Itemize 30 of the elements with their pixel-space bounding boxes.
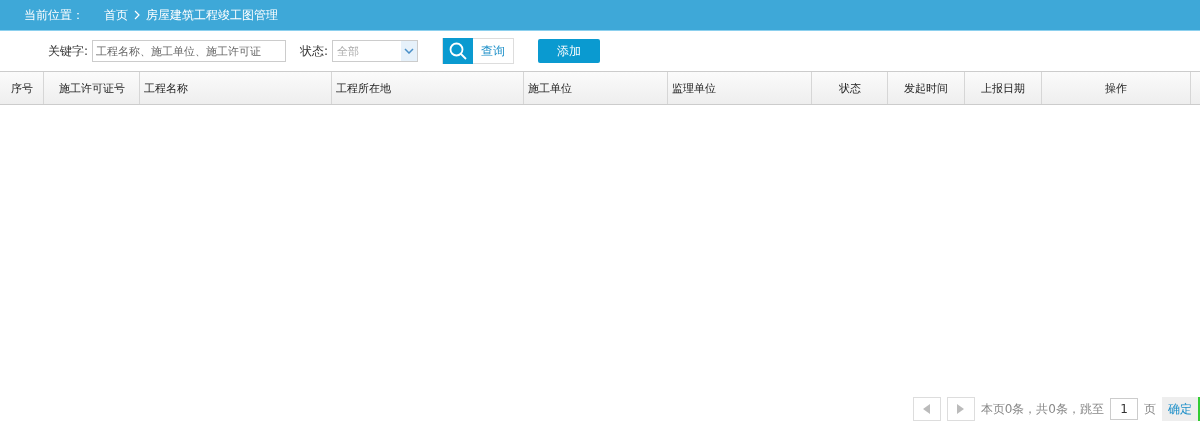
page-summary: 本页0条，共0条，跳至: [980, 400, 1104, 418]
triangle-left-icon: [923, 404, 931, 414]
column-header: 施工单位: [528, 80, 572, 96]
triangle-right-icon: [957, 404, 965, 414]
next-page-button[interactable]: [946, 397, 975, 421]
search-button[interactable]: 查询: [442, 38, 515, 64]
column-header: 序号: [10, 80, 33, 96]
column-header: 施工许可证号: [58, 80, 125, 96]
column-header: 工程名称: [144, 80, 188, 96]
column-header: 状态: [838, 80, 861, 96]
status-label: 状态:: [300, 42, 329, 60]
column-header: 监理单位: [672, 80, 716, 96]
column-header: 工程所在地: [336, 80, 391, 96]
add-button[interactable]: 添加: [538, 39, 601, 63]
breadcrumb-link[interactable]: 房屋建筑工程竣工图管理: [146, 6, 278, 24]
search-icon: [449, 42, 468, 60]
status-dropdown[interactable]: 全部: [332, 40, 419, 62]
chevron-icon: [404, 48, 415, 54]
column-header: 发起时间: [904, 80, 948, 96]
previous-page-button[interactable]: [912, 397, 941, 421]
page-unit: 页: [1144, 400, 1156, 418]
column-header: 操作: [1105, 80, 1127, 96]
column-header: 上报日期: [981, 80, 1025, 96]
keyword-field[interactable]: 工程名称、施工单位、施工许可证: [92, 40, 287, 62]
breadcrumb-label: 当前位置：: [24, 6, 84, 24]
breadcrumb-link[interactable]: 首页: [104, 6, 128, 24]
keyword-label: 关键字:: [48, 42, 89, 60]
chevron-right-icon: [134, 10, 140, 20]
confirm-button[interactable]: 确定: [1162, 397, 1200, 421]
page-number-field[interactable]: 1: [1110, 398, 1138, 420]
